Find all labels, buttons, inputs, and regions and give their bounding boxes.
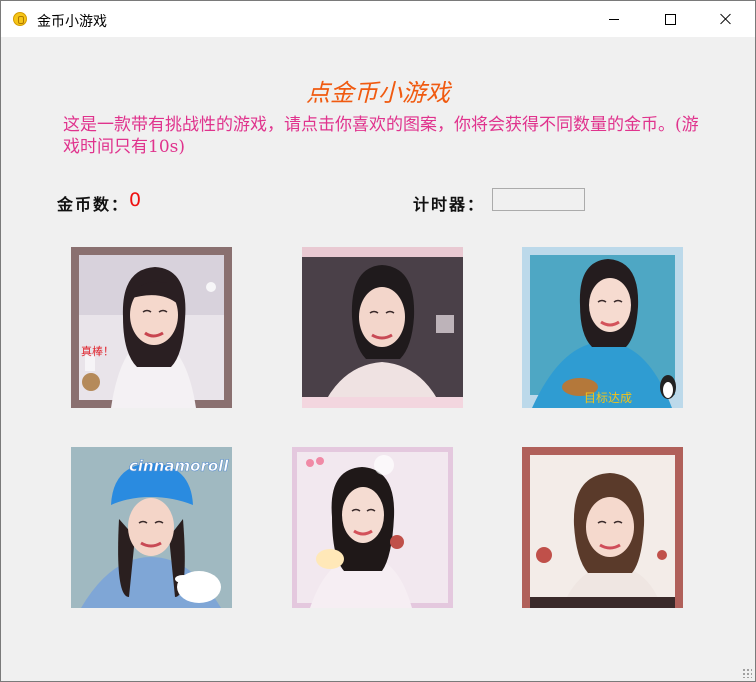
portrait-image <box>292 447 453 608</box>
photo-tile-2[interactable] <box>302 247 463 408</box>
minimize-icon <box>609 18 619 20</box>
app-window: 金币小游戏 点金币小游戏 这是一款带有挑战性的游戏，请点击你喜欢的图案，你将会获… <box>0 0 756 682</box>
timer-label: 计时器： <box>413 195 486 214</box>
portrait-image <box>302 247 463 408</box>
close-button[interactable] <box>703 1 749 37</box>
game-description: 这是一款带有挑战性的游戏，请点击你喜欢的图案，你将会获得不同数量的金币。(游戏时… <box>63 115 699 157</box>
maximize-icon <box>664 13 676 25</box>
coin-count-label: 金币数： <box>57 195 130 214</box>
close-icon <box>720 13 732 25</box>
resize-grip-icon[interactable] <box>742 668 752 678</box>
portrait-image: 目标达成 <box>522 247 683 408</box>
tile-caption: 真棒！ <box>81 344 114 358</box>
timer-field[interactable] <box>492 188 585 211</box>
tile-caption: 目标达成 <box>584 391 632 405</box>
coin-count-value: 0 <box>129 189 142 211</box>
coin-app-icon <box>13 12 27 26</box>
photo-tile-1[interactable]: 真棒！ <box>71 247 232 408</box>
photo-tile-3[interactable]: 目标达成 <box>522 247 683 408</box>
photo-tile-6[interactable] <box>522 447 683 608</box>
photo-tile-4[interactable]: cinnamoroll <box>71 447 232 608</box>
photo-tile-5[interactable] <box>292 447 453 608</box>
maximize-button[interactable] <box>647 1 693 37</box>
window-title: 金币小游戏 <box>37 14 107 30</box>
minimize-button[interactable] <box>591 1 637 37</box>
tile-caption: cinnamoroll <box>129 457 229 475</box>
portrait-image: 真棒！ <box>71 247 232 408</box>
page-title: 点金币小游戏 <box>306 79 450 107</box>
portrait-image: cinnamoroll <box>71 447 232 608</box>
title-bar[interactable]: 金币小游戏 <box>1 1 755 37</box>
portrait-image <box>522 447 683 608</box>
